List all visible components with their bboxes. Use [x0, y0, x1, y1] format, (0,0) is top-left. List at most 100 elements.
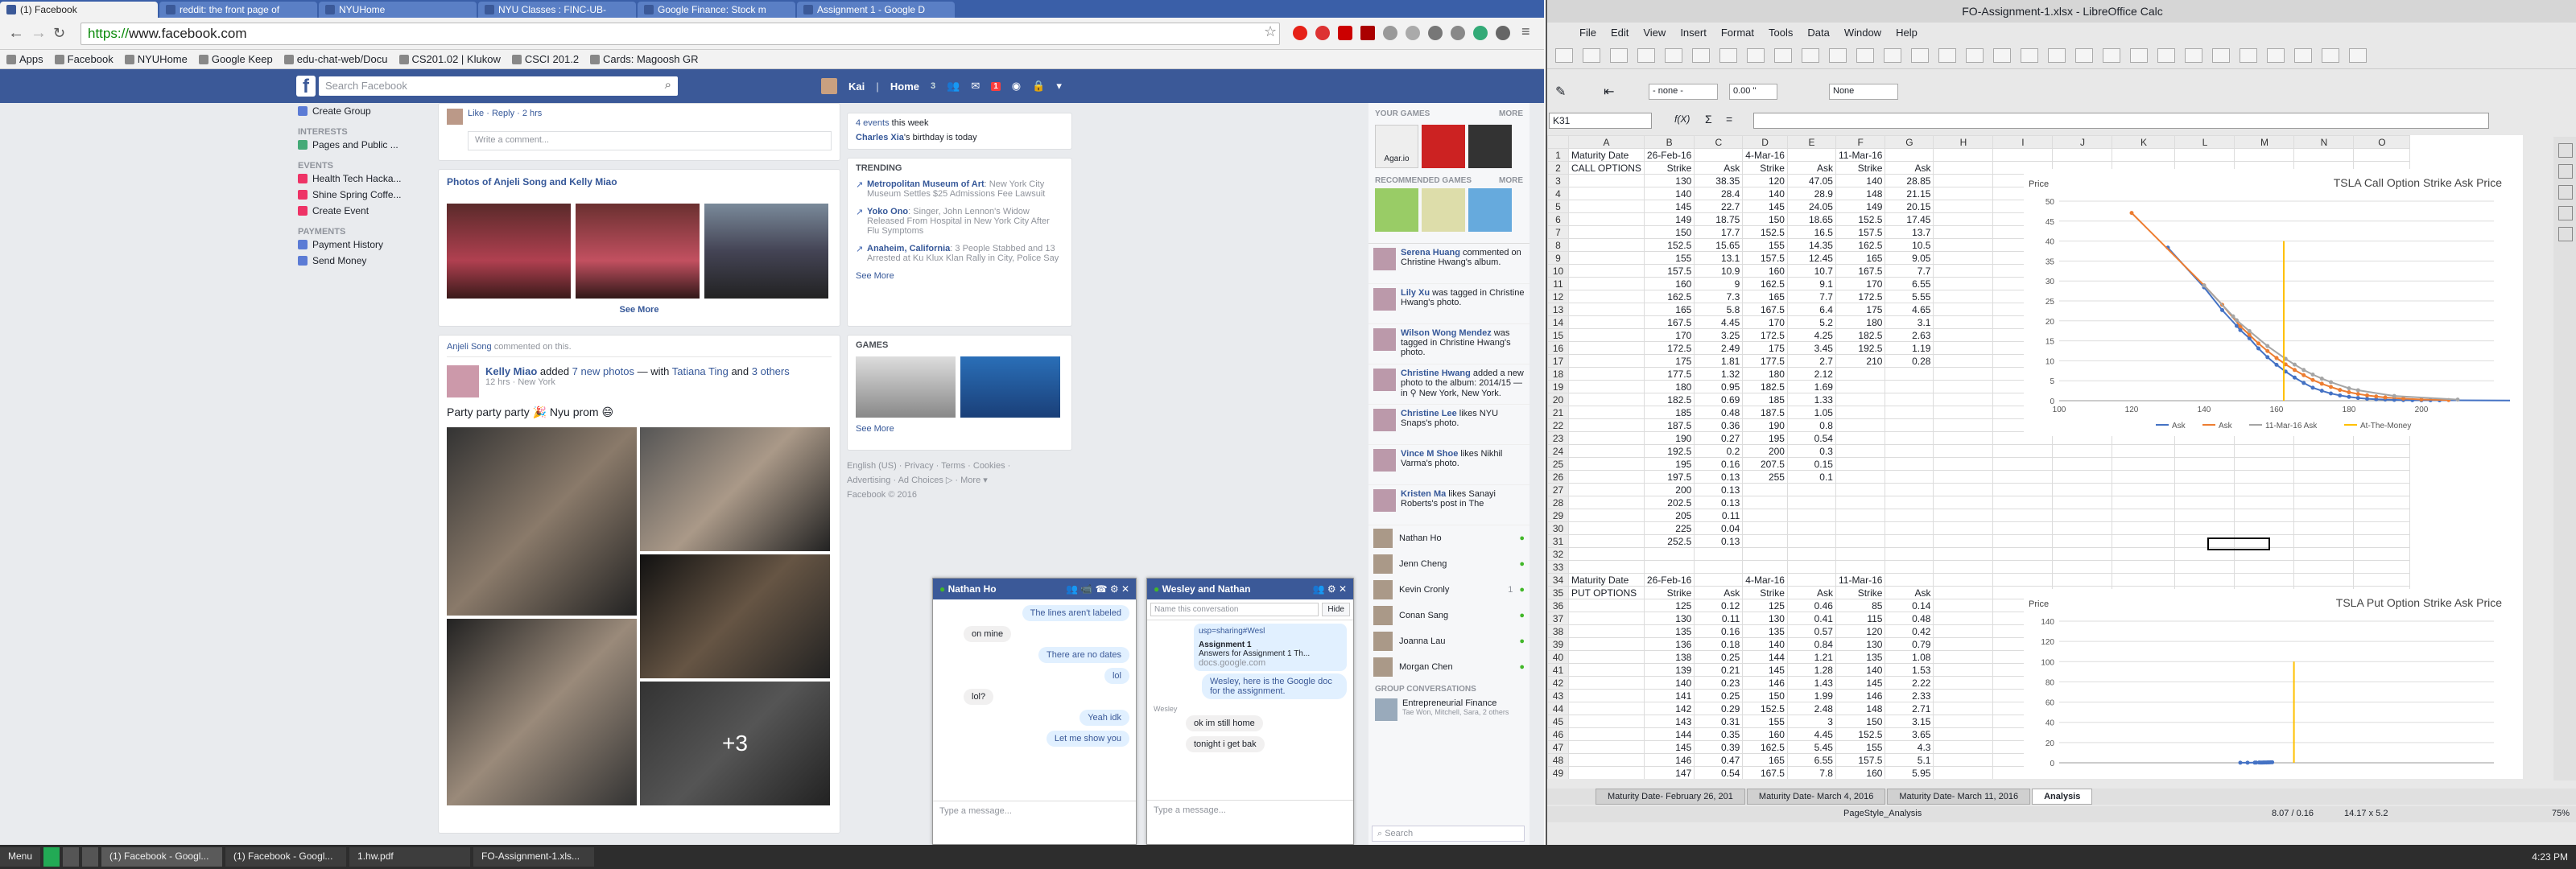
cell[interactable] [1933, 238, 1994, 252]
cell[interactable] [2174, 521, 2235, 535]
cell[interactable] [1933, 418, 1994, 432]
cell[interactable]: 165 [1643, 303, 1695, 316]
cell[interactable] [2112, 148, 2176, 162]
cell[interactable] [1568, 328, 1645, 342]
cell[interactable]: 2.33 [1885, 689, 1934, 702]
cell[interactable]: 0.46 [1786, 599, 1836, 612]
cell[interactable]: 14.35 [1786, 238, 1836, 252]
cell[interactable] [2112, 509, 2176, 522]
toolbar-button-icon[interactable] [1637, 48, 1655, 63]
payment-history-link[interactable]: Payment History [298, 237, 435, 253]
cell[interactable] [1835, 509, 1886, 522]
toolbar-button-icon[interactable] [2185, 48, 2202, 63]
cell[interactable]: 18.75 [1694, 212, 1744, 226]
row-header[interactable]: 19 [1547, 380, 1569, 393]
cell[interactable]: 141 [1643, 689, 1695, 702]
row-header[interactable]: 42 [1547, 676, 1569, 690]
cell[interactable] [1933, 393, 1994, 406]
photos-link[interactable]: 7 new photos [572, 365, 634, 377]
cell[interactable] [2052, 483, 2113, 496]
cell[interactable] [2112, 496, 2176, 509]
cell[interactable] [2052, 560, 2113, 574]
cell[interactable]: 0.15 [1786, 457, 1836, 471]
cell[interactable]: 180 [1643, 380, 1695, 393]
cell[interactable] [1568, 418, 1645, 432]
cell[interactable] [2234, 457, 2295, 471]
cell[interactable] [2234, 148, 2295, 162]
ticker-item[interactable]: Serena Huang commented on Christine Hwan… [1368, 244, 1530, 284]
toolbar-button-icon[interactable] [1555, 48, 1573, 63]
cell[interactable] [1694, 573, 1744, 587]
sheet-tab[interactable]: Maturity Date- March 11, 2016 [1887, 789, 2031, 805]
birthday-link[interactable]: Charles Xia [856, 133, 904, 142]
row-header[interactable]: 17 [1547, 354, 1569, 368]
cell[interactable] [2234, 496, 2295, 509]
cell[interactable]: 200 [1643, 483, 1695, 496]
cell[interactable] [2052, 457, 2113, 471]
game-icon[interactable] [1468, 125, 1512, 168]
cell[interactable]: 148 [1835, 702, 1886, 715]
cell[interactable]: Strike [1643, 586, 1695, 599]
cell[interactable] [2052, 509, 2113, 522]
column-header[interactable]: J [2052, 135, 2113, 149]
cell[interactable] [2353, 496, 2411, 509]
cell[interactable]: 85 [1835, 599, 1886, 612]
cell[interactable] [2112, 560, 2176, 574]
cell[interactable] [1568, 676, 1645, 690]
cell[interactable]: 157.5 [1643, 264, 1695, 278]
cell[interactable]: Maturity Date [1568, 573, 1645, 587]
chat-header-icons[interactable]: 👥 📹 ☎ ⚙ ✕ [1066, 583, 1129, 595]
cell[interactable]: 24.05 [1786, 200, 1836, 213]
game-thumbnail[interactable] [960, 356, 1060, 418]
extension-icon[interactable] [1428, 26, 1443, 40]
footer-links[interactable]: English (US) · Privacy · Terms · Cookies… [847, 459, 1072, 473]
cell[interactable] [2234, 444, 2295, 458]
cell[interactable] [1933, 148, 1994, 162]
bookmark-item[interactable]: Apps [6, 53, 43, 65]
menu-icon[interactable]: ≡ [1521, 23, 1530, 40]
row-header[interactable]: 8 [1547, 238, 1569, 252]
cell[interactable] [2293, 573, 2355, 587]
cell[interactable] [2293, 483, 2355, 496]
cell[interactable] [2174, 483, 2235, 496]
row-header[interactable]: 18 [1547, 367, 1569, 381]
cell[interactable] [1933, 650, 1994, 664]
cell[interactable]: 0.54 [1694, 766, 1744, 779]
cell[interactable] [2174, 496, 2235, 509]
row-header[interactable]: 34 [1547, 573, 1569, 587]
cell[interactable]: 167.5 [1835, 264, 1886, 278]
cell[interactable] [2293, 547, 2355, 561]
cell[interactable]: 130 [1643, 612, 1695, 625]
sum-icon[interactable]: Σ [1705, 113, 1712, 126]
cell[interactable]: 155 [1742, 238, 1788, 252]
cell[interactable] [1933, 509, 1994, 522]
row-header[interactable]: 24 [1547, 444, 1569, 458]
toolbar-button-icon[interactable] [2212, 48, 2230, 63]
row-header[interactable]: 46 [1547, 727, 1569, 741]
cell[interactable]: 7.7 [1786, 290, 1836, 303]
cell[interactable] [1568, 702, 1645, 715]
cell[interactable] [1786, 534, 1836, 548]
cell[interactable] [1885, 148, 1934, 162]
cell[interactable]: 5.2 [1786, 315, 1836, 329]
cell[interactable]: 4.65 [1885, 303, 1934, 316]
cell[interactable]: 138 [1643, 650, 1695, 664]
see-more-link[interactable]: See More [856, 424, 1063, 434]
cell[interactable]: 182.5 [1643, 393, 1695, 406]
cell[interactable] [2112, 547, 2176, 561]
cell[interactable] [1885, 547, 1934, 561]
cell[interactable]: 0.47 [1694, 753, 1744, 767]
cell[interactable]: 1.08 [1885, 650, 1934, 664]
cell[interactable] [1933, 766, 1994, 779]
cell[interactable] [1742, 509, 1788, 522]
row-header[interactable]: 32 [1547, 547, 1569, 561]
cell[interactable] [1933, 315, 1994, 329]
cell[interactable] [1786, 483, 1836, 496]
cell[interactable]: 145 [1643, 740, 1695, 754]
row-header[interactable]: 30 [1547, 521, 1569, 535]
cell[interactable] [2293, 457, 2355, 471]
browser-tab[interactable]: (1) Facebook [0, 2, 158, 18]
cell[interactable] [1992, 483, 2054, 496]
cell[interactable] [1933, 212, 1994, 226]
cell[interactable] [1786, 509, 1836, 522]
